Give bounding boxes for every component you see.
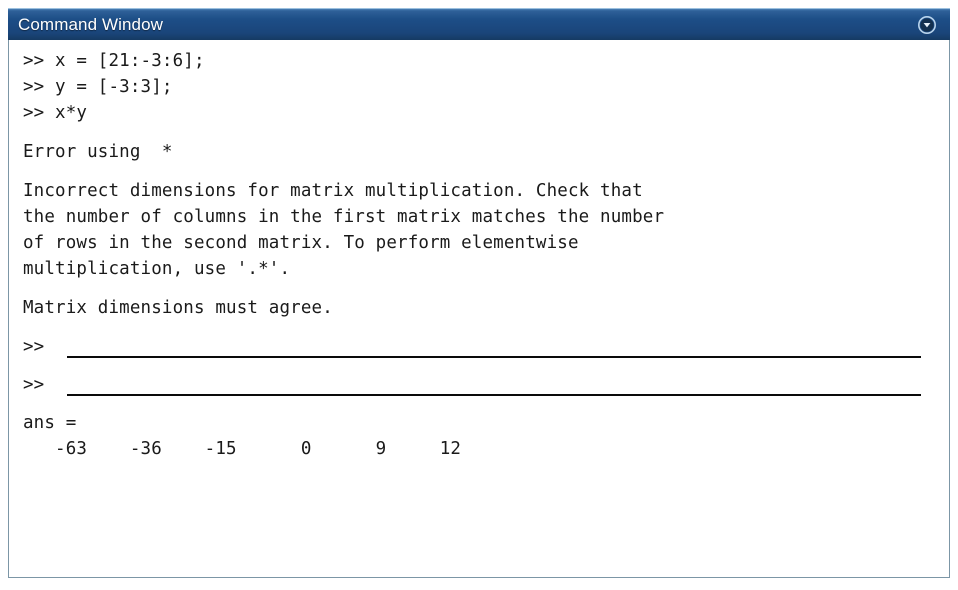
error-body-line: Incorrect dimensions for matrix multipli… [23,181,643,201]
command-line: >> x*y [23,103,88,123]
annotation-rule [67,356,921,358]
command-window: Command Window >> x = [21:-3:6]; >> y = … [0,0,958,590]
titlebar: Command Window [8,8,950,40]
error-body-line: of rows in the second matrix. To perform… [23,233,579,253]
prompt-marker: >> [23,337,45,357]
circle-chevron-down-icon[interactable] [916,14,938,36]
error-body-line: multiplication, use '.*'. [23,259,291,279]
error-body-line: the number of columns in the first matri… [23,207,665,227]
command-line: >> x = [21:-3:6]; [23,51,205,71]
error-footer: Matrix dimensions must agree. [23,298,333,318]
error-header: Error using * [23,142,173,162]
console-inner: >> x = [21:-3:6]; >> y = [-3:3]; >> x*y … [9,40,949,462]
console-output-area[interactable]: >> x = [21:-3:6]; >> y = [-3:3]; >> x*y … [8,40,950,578]
window-title: Command Window [18,14,164,34]
result-row: -63 -36 -15 0 9 12 [23,439,462,459]
command-line: >> y = [-3:3]; [23,77,173,97]
annotated-prompt-row: >> [23,334,949,372]
annotated-prompt-row: >> [23,372,949,410]
annotation-rule [67,394,921,396]
titlebar-actions [916,14,950,36]
result-label: ans = [23,413,77,433]
prompt-marker: >> [23,375,45,395]
